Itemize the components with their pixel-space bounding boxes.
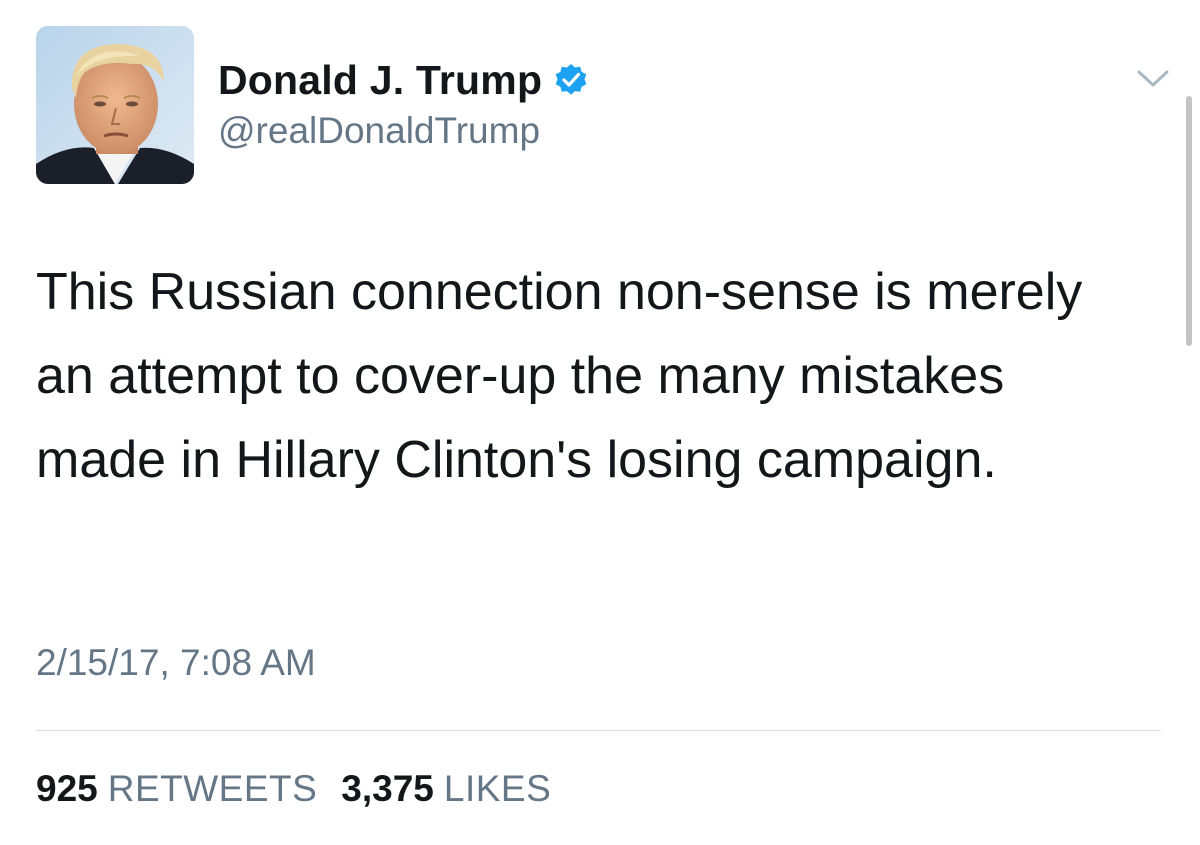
retweets-stat[interactable]: 925 RETWEETS (36, 768, 317, 810)
chevron-down-icon[interactable] (1136, 68, 1170, 90)
tweet-card: Donald J. Trump @realDonaldTrump This Ru… (0, 0, 1200, 845)
retweets-count: 925 (36, 768, 98, 809)
likes-count: 3,375 (341, 768, 434, 809)
user-name-row[interactable]: Donald J. Trump (218, 52, 588, 108)
tweet-timestamp[interactable]: 2/15/17, 7:08 AM (36, 642, 316, 684)
tweet-stats: 925 RETWEETS 3,375 LIKES (36, 768, 575, 810)
display-name[interactable]: Donald J. Trump (218, 57, 542, 104)
avatar[interactable] (36, 26, 194, 184)
tweet-text: This Russian connection non-sense is mer… (36, 263, 1083, 489)
user-handle[interactable]: @realDonaldTrump (218, 110, 540, 152)
retweets-label: RETWEETS (107, 768, 318, 809)
likes-label: LIKES (443, 768, 552, 809)
divider (36, 730, 1161, 731)
scrollbar[interactable] (1186, 96, 1192, 346)
verified-badge-icon (554, 63, 588, 97)
likes-stat[interactable]: 3,375 LIKES (341, 768, 551, 810)
profile-photo (36, 26, 194, 184)
